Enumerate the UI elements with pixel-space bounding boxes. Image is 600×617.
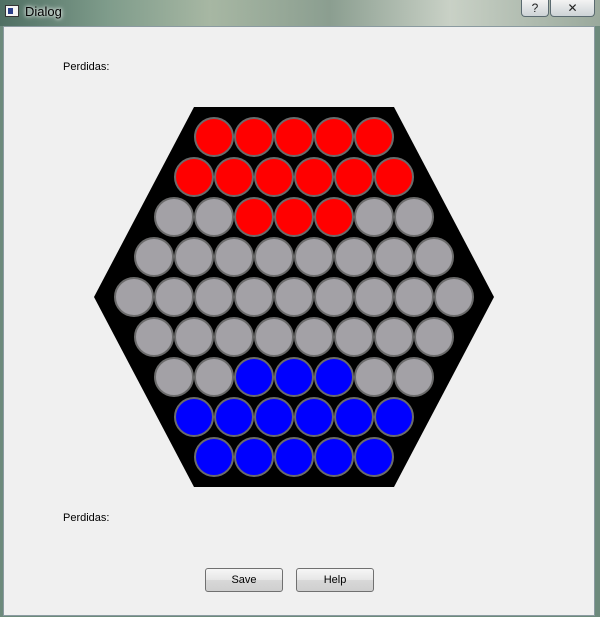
red-piece[interactable] — [274, 117, 314, 157]
empty-cell[interactable] — [154, 197, 194, 237]
empty-cell[interactable] — [214, 317, 254, 357]
window-title: Dialog — [25, 4, 62, 19]
empty-cell[interactable] — [354, 357, 394, 397]
blue-piece[interactable] — [234, 357, 274, 397]
save-button[interactable]: Save — [205, 568, 283, 592]
empty-cell[interactable] — [194, 197, 234, 237]
red-piece[interactable] — [174, 157, 214, 197]
red-piece[interactable] — [294, 157, 334, 197]
dialog-client-area: Perdidas: Perdidas: Save Help — [3, 26, 595, 616]
blue-piece[interactable] — [314, 357, 354, 397]
blue-piece[interactable] — [374, 397, 414, 437]
empty-cell[interactable] — [234, 277, 274, 317]
red-piece[interactable] — [314, 117, 354, 157]
game-board — [94, 107, 494, 487]
red-piece[interactable] — [234, 197, 274, 237]
empty-cell[interactable] — [354, 197, 394, 237]
empty-cell[interactable] — [254, 317, 294, 357]
empty-cell[interactable] — [194, 277, 234, 317]
empty-cell[interactable] — [334, 237, 374, 277]
blue-piece[interactable] — [234, 437, 274, 477]
empty-cell[interactable] — [414, 237, 454, 277]
close-icon[interactable]: ✕ — [550, 0, 595, 17]
empty-cell[interactable] — [174, 237, 214, 277]
app-icon — [5, 5, 19, 17]
empty-cell[interactable] — [274, 277, 314, 317]
empty-cell[interactable] — [214, 237, 254, 277]
empty-cell[interactable] — [134, 317, 174, 357]
empty-cell[interactable] — [254, 237, 294, 277]
red-piece[interactable] — [214, 157, 254, 197]
blue-piece[interactable] — [214, 397, 254, 437]
empty-cell[interactable] — [334, 317, 374, 357]
empty-cell[interactable] — [314, 277, 354, 317]
empty-cell[interactable] — [154, 277, 194, 317]
red-piece[interactable] — [354, 117, 394, 157]
empty-cell[interactable] — [194, 357, 234, 397]
bottom-losses-label: Perdidas: — [63, 512, 110, 524]
red-piece[interactable] — [334, 157, 374, 197]
empty-cell[interactable] — [114, 277, 154, 317]
empty-cell[interactable] — [394, 277, 434, 317]
empty-cell[interactable] — [174, 317, 214, 357]
empty-cell[interactable] — [414, 317, 454, 357]
blue-piece[interactable] — [294, 397, 334, 437]
blue-piece[interactable] — [194, 437, 234, 477]
blue-piece[interactable] — [354, 437, 394, 477]
red-piece[interactable] — [314, 197, 354, 237]
blue-piece[interactable] — [274, 437, 314, 477]
empty-cell[interactable] — [294, 237, 334, 277]
red-piece[interactable] — [194, 117, 234, 157]
red-piece[interactable] — [234, 117, 274, 157]
empty-cell[interactable] — [394, 357, 434, 397]
title-bar: Dialog ? ✕ — [0, 0, 600, 26]
help-icon[interactable]: ? — [521, 0, 549, 17]
blue-piece[interactable] — [254, 397, 294, 437]
red-piece[interactable] — [274, 197, 314, 237]
empty-cell[interactable] — [434, 277, 474, 317]
empty-cell[interactable] — [294, 317, 334, 357]
help-button[interactable]: Help — [296, 568, 374, 592]
empty-cell[interactable] — [394, 197, 434, 237]
blue-piece[interactable] — [314, 437, 354, 477]
blue-piece[interactable] — [334, 397, 374, 437]
blue-piece[interactable] — [174, 397, 214, 437]
red-piece[interactable] — [374, 157, 414, 197]
red-piece[interactable] — [254, 157, 294, 197]
empty-cell[interactable] — [374, 237, 414, 277]
empty-cell[interactable] — [134, 237, 174, 277]
empty-cell[interactable] — [374, 317, 414, 357]
empty-cell[interactable] — [154, 357, 194, 397]
blue-piece[interactable] — [274, 357, 314, 397]
empty-cell[interactable] — [354, 277, 394, 317]
